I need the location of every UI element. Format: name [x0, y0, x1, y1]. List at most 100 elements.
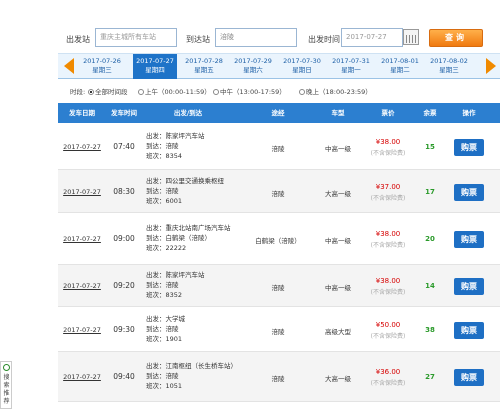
route-from: 出发：四公里交通换乘枢纽 — [146, 177, 224, 185]
bus-number: 班次：8352 — [146, 291, 183, 299]
col-via: 途经 — [271, 109, 285, 117]
date-tab-active[interactable]: 2017-07-27 星期四 — [133, 54, 177, 79]
route-to: 到达：涪陵 — [146, 142, 179, 150]
route-to: 到达：涪陵 — [146, 281, 179, 289]
route-from: 出发：陈家坪汽车站 — [146, 271, 205, 279]
date-tab[interactable]: 2017-07-29 星期六 — [231, 57, 275, 75]
table-row: 2017-07-27 09:30 出发：大学城 到达：涪陵 班次：1901 涪陵 高级大型 ¥… — [58, 307, 500, 352]
date-tab[interactable]: 2017-07-28 星期五 — [182, 57, 226, 75]
route-info: 出发：大学城 到达：涪陵 班次：1901 — [146, 314, 236, 344]
tickets-left: 15 — [425, 143, 435, 151]
date-tabs: 2017-07-26 星期三 2017-07-27 星期四 2017-07-28 星期… — [58, 53, 500, 79]
price-note: (不含保险费) — [370, 242, 406, 249]
depart-label: 出发站 — [66, 35, 90, 44]
time-option-noon[interactable]: 中午（13:00-17:59） — [213, 84, 286, 100]
time-filter: 时段: 全部时间段 上午（00:00-11:59） 中午（13:00-17:59… — [58, 84, 500, 100]
bus-type: 大高一级 — [325, 190, 351, 198]
route-from: 出发：重庆北站南广场汽车站 — [146, 224, 231, 232]
tickets-left: 38 — [425, 326, 435, 334]
time-option-all[interactable]: 全部时间段 — [88, 84, 128, 100]
bus-number: 班次：6001 — [146, 197, 183, 205]
via-station: 白鹤梁（涪陵） — [255, 237, 301, 245]
route-info: 出发：陈家坪汽车站 到达：涪陵班次：8352 — [146, 270, 236, 300]
time-option-morning[interactable]: 上午（00:00-11:59） — [138, 84, 211, 100]
depart-time: 09:30 — [113, 325, 135, 334]
ticket-price: ¥37.00 (不含保险费) — [363, 182, 413, 204]
buy-ticket-button[interactable]: 购票 — [454, 184, 484, 201]
ticket-price: ¥38.00 (不含保险费) — [363, 137, 413, 159]
buy-ticket-button[interactable]: 购票 — [454, 231, 484, 248]
arrive-label: 到达站 — [186, 35, 210, 44]
date-tab[interactable]: 2017-08-01 星期二 — [378, 57, 422, 75]
search-button[interactable]: 查询 — [429, 29, 483, 47]
bus-number: 班次：1901 — [146, 335, 183, 343]
table-row: 2017-07-27 09:20 出发：陈家坪汽车站 到达：涪陵班次：8352 涪陵 中高… — [58, 265, 500, 307]
bus-type: 中高一级 — [325, 284, 351, 292]
depart-date-link[interactable]: 2017-07-27 — [62, 188, 102, 196]
bus-type: 中高一级 — [325, 237, 351, 245]
radio-icon[interactable] — [213, 89, 219, 95]
route-info: 出发：陈家坪汽车站 到达：涪陵 班次：8354 — [146, 131, 236, 161]
depart-date-link[interactable]: 2017-07-27 — [62, 143, 102, 151]
buy-ticket-button[interactable]: 购票 — [454, 369, 484, 386]
tickets-left: 17 — [425, 188, 435, 196]
price-note: (不含保险费) — [370, 195, 406, 202]
arrive-input[interactable]: 涪陵 — [215, 28, 297, 47]
calendar-icon[interactable] — [403, 29, 419, 45]
price-value: ¥37.00 — [375, 183, 401, 191]
next-arrow-icon[interactable] — [486, 58, 496, 74]
table-row: 2017-07-27 09:00 出发：重庆北站南广场汽车站 到达：白鹤梁（涪陵） 班次… — [58, 213, 500, 265]
price-value: ¥38.00 — [375, 277, 401, 285]
buy-ticket-button[interactable]: 购票 — [454, 322, 484, 339]
route-to: 到达：涪陵 — [146, 372, 179, 380]
route-info: 出发：重庆北站南广场汽车站 到达：白鹤梁（涪陵） 班次：22222 — [146, 223, 236, 253]
depart-date-link[interactable]: 2017-07-27 — [62, 326, 102, 334]
search-recommend-widget[interactable]: 搜索推荐 — [0, 361, 12, 409]
date-tab[interactable]: 2017-07-26 星期三 — [80, 57, 124, 75]
depart-date-link[interactable]: 2017-07-27 — [62, 282, 102, 290]
bus-number: 班次：22222 — [146, 244, 187, 252]
date-tab[interactable]: 2017-07-30 星期日 — [280, 57, 324, 75]
price-note: (不含保险费) — [370, 380, 406, 387]
via-station: 涪陵 — [271, 190, 285, 198]
route-to: 到达：涪陵 — [146, 187, 179, 195]
via-station: 涪陵 — [271, 375, 285, 383]
ticket-search-page: 出发站 重庆主城所有车站 到达站 涪陵 出发时间 2017-07-27 查询 2… — [58, 0, 500, 409]
col-time: 发车时间 — [111, 109, 137, 117]
route-from: 出发：江南枢纽（长生桥车站） — [146, 362, 237, 370]
route-from: 出发：大学城 — [146, 315, 185, 323]
via-station: 涪陵 — [271, 145, 285, 153]
buy-ticket-button[interactable]: 购票 — [454, 278, 484, 295]
tickets-left: 14 — [425, 282, 435, 290]
date-tab[interactable]: 2017-07-31 星期一 — [329, 57, 373, 75]
buy-ticket-button[interactable]: 购票 — [454, 139, 484, 156]
date-input[interactable]: 2017-07-27 — [341, 28, 403, 47]
depart-date-link[interactable]: 2017-07-27 — [62, 235, 102, 243]
ticket-price: ¥36.00 (不含保险费) — [363, 367, 413, 389]
route-info: 出发：江南枢纽（长生桥车站） 到达：涪陵班次：1051 — [146, 361, 237, 391]
route-from: 出发：陈家坪汽车站 — [146, 132, 205, 140]
via-station: 涪陵 — [271, 284, 285, 292]
depart-time: 09:20 — [113, 281, 135, 290]
depart-time: 09:00 — [113, 234, 135, 243]
route-to: 到达：白鹤梁（涪陵） — [146, 234, 211, 242]
radio-selected-icon[interactable] — [88, 89, 94, 95]
bus-number: 班次：1051 — [146, 382, 183, 390]
col-action: 操作 — [462, 109, 476, 117]
radio-icon[interactable] — [299, 89, 305, 95]
radio-icon[interactable] — [138, 89, 144, 95]
depart-date-link[interactable]: 2017-07-27 — [62, 373, 102, 381]
depart-time: 09:40 — [113, 372, 135, 381]
time-filter-label: 时段: — [70, 88, 86, 96]
table-header: 发车日期 发车时间 出发/到达 途经 车型 票价 余票 操作 — [58, 103, 500, 123]
bus-type: 大高一级 — [325, 375, 351, 383]
table-row: 2017-07-27 08:30 出发：四公里交通换乘枢纽 到达：涪陵 班次：6001 涪… — [58, 170, 500, 213]
depart-input[interactable]: 重庆主城所有车站 — [95, 28, 177, 47]
date-tab[interactable]: 2017-08-02 星期三 — [427, 57, 471, 75]
price-value: ¥36.00 — [375, 368, 401, 376]
prev-arrow-icon[interactable] — [64, 58, 74, 74]
via-station: 涪陵 — [271, 328, 285, 336]
bus-type: 高级大型 — [325, 328, 351, 336]
time-option-evening[interactable]: 晚上（18:00-23:59） — [299, 84, 372, 100]
recommend-label: 搜索推荐 — [3, 374, 10, 405]
